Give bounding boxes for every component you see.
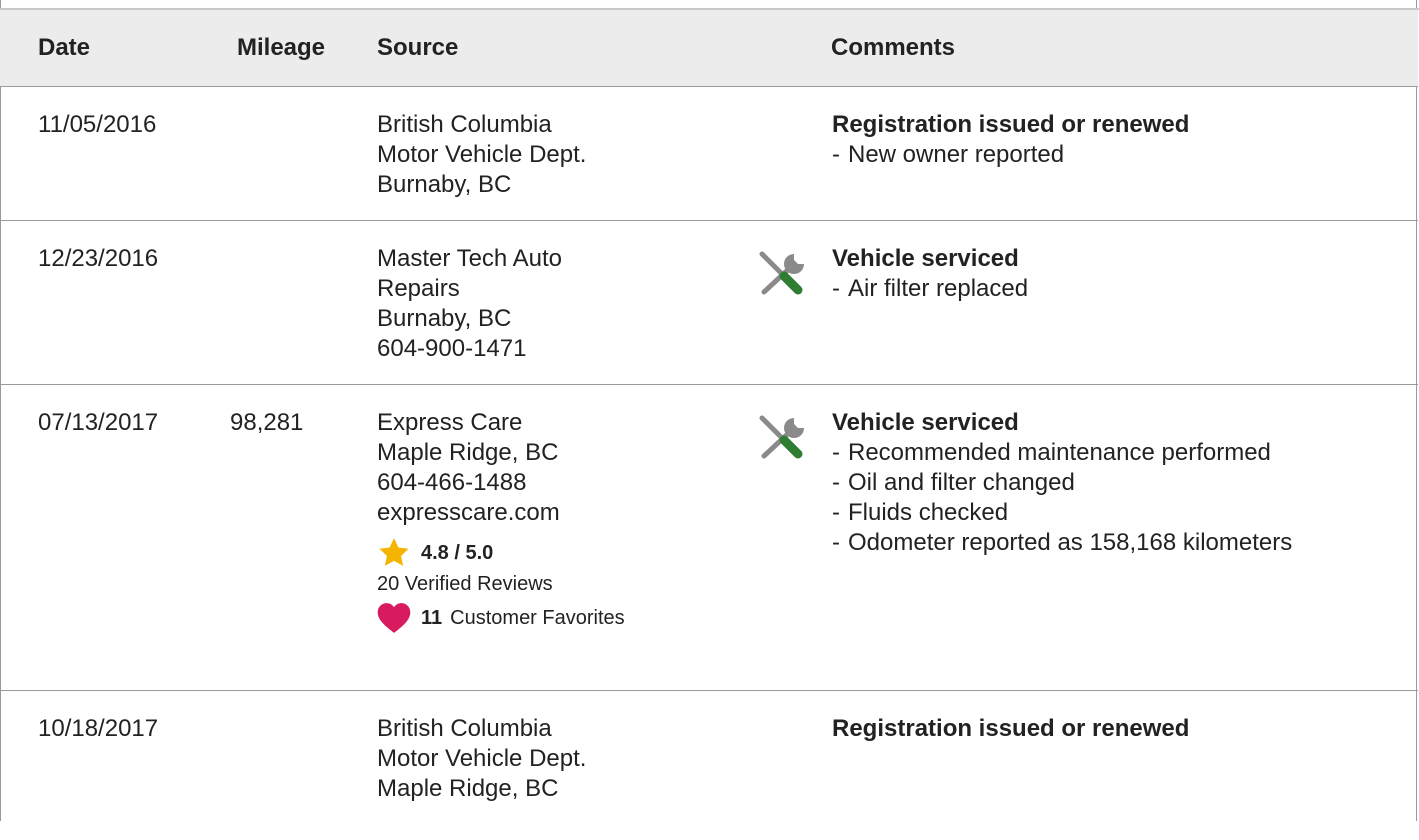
source-line: Motor Vehicle Dept. [377,744,587,772]
favorites-count: 11 [421,606,443,629]
customer-favorites: 11 Customer Favorites [377,602,735,634]
row-comments: Registration issued or renewed [831,690,1418,840]
table-row: 10/18/2017 British Columbia Motor Vehicl… [0,690,1418,840]
detail-dash: - [832,140,840,168]
detail-text: Oil and filter changed [848,468,1075,496]
favorites-label: Customer Favorites [450,606,625,629]
detail-text: New owner reported [848,140,1065,168]
source-line: Burnaby, BC [377,170,512,198]
source-line: Express Care [377,408,523,436]
star-icon [377,536,411,570]
heart-icon [377,602,411,634]
table-row: 11/05/2016 British Columbia Motor Vehicl… [0,86,1418,221]
verified-reviews: 20 Verified Reviews [377,572,553,595]
table-header-row: Date Mileage Source Comments [0,10,1418,87]
header-source: Source [364,10,736,87]
row-date: 11/05/2016 [0,86,220,221]
row-date: 12/23/2016 [0,220,220,385]
row-mileage [220,690,364,840]
source-line: 604-466-1488 [377,468,527,496]
row-source: British Columbia Motor Vehicle Dept. Map… [364,690,736,840]
row-date: 10/18/2017 [38,714,159,742]
comment-title: Registration issued or renewed [832,714,1190,742]
header-icon-spacer [736,10,831,87]
header-mileage: Mileage [220,10,364,87]
shop-rating: 4.8 / 5.0 [377,534,735,572]
detail-text: Recommended maintenance performed [848,438,1271,466]
header-comments: Comments [831,10,1418,87]
detail-dash: - [832,468,840,496]
source-line: Master Tech Auto [377,244,562,272]
row-comments: Vehicle serviced - Air filter replaced [831,220,1418,385]
detail-text: Fluids checked [848,498,1009,526]
service-tools-icon [754,250,830,298]
table-row: 12/23/2016 Master Tech Auto Repairs Burn… [0,220,1418,385]
detail-dash: - [832,498,840,526]
row-mileage [220,220,364,385]
source-line: Repairs [377,274,460,302]
row-date: 07/13/2017 [0,384,220,691]
source-line: expresscare.com [377,498,560,526]
source-line: Burnaby, BC [377,304,512,332]
row-mileage: 98,281 [220,384,364,691]
detail-dash: - [832,274,840,302]
row-mileage [220,86,364,221]
row-source: Master Tech Auto Repairs Burnaby, BC 604… [364,220,736,385]
row-comments: Registration issued or renewed - New own… [831,86,1418,221]
comment-detail: - Oil and filter changed [832,468,1417,498]
detail-text: Air filter replaced [848,274,1029,302]
comment-title: Registration issued or renewed [832,110,1190,138]
comment-detail: - Fluids checked [832,498,1417,528]
rating-value: 4.8 / 5.0 [421,541,494,564]
detail-text: Odometer reported as 158,168 kilometers [848,528,1293,556]
source-line: 604-900-1471 [377,334,527,362]
service-tools-icon [754,414,830,462]
source-line: Motor Vehicle Dept. [377,140,587,168]
comment-detail: - Odometer reported as 158,168 kilometer… [832,528,1417,558]
row-icon-cell [736,220,831,385]
detail-dash: - [832,528,840,556]
source-line: Maple Ridge, BC [377,774,559,802]
row-icon-cell [736,86,831,221]
row-icon-cell [736,384,831,691]
source-line: Maple Ridge, BC [377,438,559,466]
header-date: Date [0,10,220,87]
comment-detail: - Air filter replaced [832,274,1417,304]
comment-title: Vehicle serviced [832,244,1019,272]
source-line: British Columbia [377,110,552,138]
row-comments: Vehicle serviced - Recommended maintenan… [831,384,1418,691]
row-source: Express Care Maple Ridge, BC 604-466-148… [364,384,736,691]
row-source: British Columbia Motor Vehicle Dept. Bur… [364,86,736,221]
vehicle-history-table: Date Mileage Source Comments 11/05/2016 … [0,10,1418,840]
detail-dash: - [832,438,840,466]
table-row: 07/13/2017 98,281 Express Care Maple Rid… [0,384,1418,691]
source-line: British Columbia [377,714,552,742]
comment-detail: - New owner reported [832,140,1417,170]
row-icon-cell [736,690,831,840]
comment-title: Vehicle serviced [832,408,1019,436]
comment-detail: - Recommended maintenance performed [832,438,1417,468]
